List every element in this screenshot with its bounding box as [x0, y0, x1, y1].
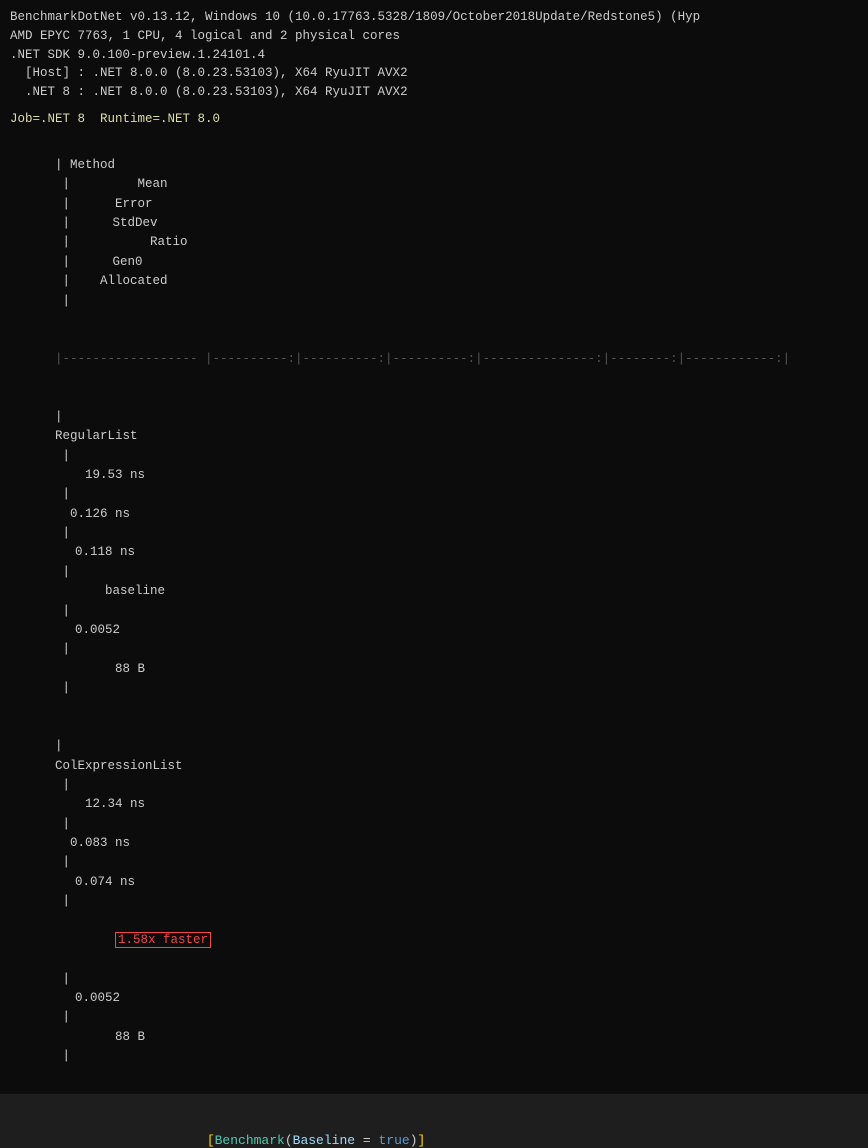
row2-allocated: 88 B — [55, 1028, 145, 1047]
row2-error: 0.083 ns — [55, 834, 130, 853]
row2-ratio: 1.58x faster — [55, 912, 165, 970]
code-block-1: [Benchmark(Baseline = true)] 0 reference… — [160, 1110, 836, 1148]
bracket-close-icon: ] — [418, 1133, 426, 1148]
row1-method: RegularList — [55, 427, 225, 446]
terminal-line-5: .NET 8 : .NET 8.0.0 (8.0.23.53103), X64 … — [10, 83, 858, 102]
row1-allocated: 88 B — [55, 660, 145, 679]
terminal-job-line: Job=.NET 8 Runtime=.NET 8.0 — [10, 110, 858, 129]
row1-stddev: 0.118 ns — [55, 543, 135, 562]
terminal-panel: BenchmarkDotNet v0.13.12, Windows 10 (10… — [0, 0, 868, 1094]
table-row-2: | ColExpressionList | 12.34 ns | 0.083 n… — [10, 718, 858, 1086]
table-separator: |------------------ |----------:|-------… — [10, 330, 858, 388]
bracket-open-icon: [ — [207, 1133, 215, 1148]
table-header-row: | Method | Mean | Error | StdDev | Ratio… — [10, 137, 858, 331]
col-mean-header: Mean — [78, 175, 168, 194]
col-error-header: Error — [78, 195, 153, 214]
row1-error: 0.126 ns — [55, 505, 130, 524]
faster-badge: 1.58x faster — [115, 932, 211, 948]
benchmark-table: | Method | Mean | Error | StdDev | Ratio… — [10, 137, 858, 1086]
col-stddev-header: StdDev — [78, 214, 158, 233]
true-keyword: true — [378, 1133, 409, 1148]
row2-gen0: 0.0052 — [55, 989, 120, 1008]
terminal-line-2: AMD EPYC 7763, 1 CPU, 4 logical and 2 ph… — [10, 27, 858, 46]
row1-ratio: baseline — [55, 582, 165, 601]
terminal-line-3: .NET SDK 9.0.100-preview.1.24101.4 — [10, 46, 858, 65]
row2-stddev: 0.074 ns — [55, 873, 135, 892]
row1-gen0: 0.0052 — [55, 621, 120, 640]
terminal-line-4: [Host] : .NET 8.0.0 (8.0.23.53103), X64 … — [10, 64, 858, 83]
table-row-1: | RegularList | 19.53 ns | 0.126 ns | 0.… — [10, 388, 858, 717]
attribute-name-1: Benchmark — [215, 1133, 285, 1148]
col-method-header: Method — [70, 156, 240, 175]
row2-method: ColExpressionList — [55, 757, 225, 776]
col-ratio-header: Ratio — [78, 233, 188, 252]
terminal-line-1: BenchmarkDotNet v0.13.12, Windows 10 (10… — [10, 8, 858, 27]
row2-mean: 12.34 ns — [55, 795, 145, 814]
benchmark-attribute-1: [Benchmark(Baseline = true)] — [160, 1110, 836, 1148]
row1-mean: 19.53 ns — [55, 466, 145, 485]
col-gen0-header: Gen0 — [78, 253, 143, 272]
param-baseline: Baseline — [293, 1133, 355, 1148]
col-alloc-header: Allocated — [78, 272, 168, 291]
code-panel: [Benchmark(Baseline = true)] 0 reference… — [0, 1094, 868, 1148]
